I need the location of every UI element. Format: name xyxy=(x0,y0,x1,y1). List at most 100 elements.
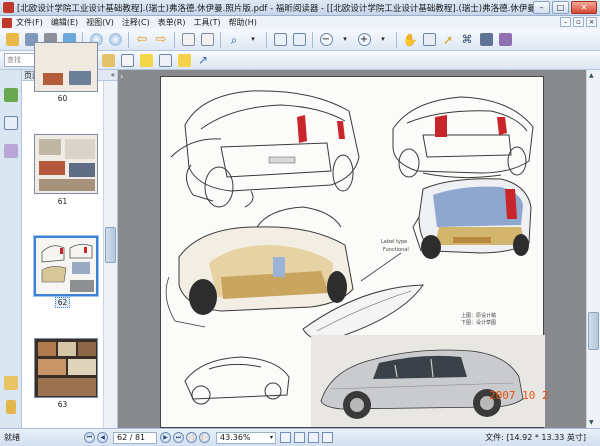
typewriter-icon xyxy=(158,53,172,67)
last-page-icon xyxy=(108,33,122,46)
attachment-icon xyxy=(101,53,115,67)
status-text: 就绪 xyxy=(4,433,20,442)
thumbnail-image xyxy=(35,135,97,193)
highlighter-icon xyxy=(139,53,153,67)
zoom-level-value: 43.36% xyxy=(220,433,251,442)
menu-tools[interactable]: 工具(T) xyxy=(194,17,221,28)
pointer-tool-button[interactable]: ➚ xyxy=(440,32,456,48)
thumbnails-panel: 页面 « 60 61 62 63 xyxy=(22,42,118,428)
first-page-nav-button[interactable]: ⏮ xyxy=(84,432,95,443)
paperclip-icon[interactable] xyxy=(6,400,16,414)
menu-comment[interactable]: 注释(C) xyxy=(122,17,150,28)
zoom-level-select[interactable]: 43.36% ▾ xyxy=(216,431,276,444)
forward-nav-button[interactable]: ▷ xyxy=(199,432,210,443)
attach-file-button[interactable] xyxy=(100,52,116,68)
toolbar-separator xyxy=(266,31,267,48)
page-number-input[interactable]: 62 / 81 xyxy=(113,431,157,444)
typewriter-button[interactable] xyxy=(157,52,173,68)
zoom-tool-button[interactable]: ⌕ xyxy=(226,32,242,48)
menu-form[interactable]: 表单(R) xyxy=(158,17,186,28)
actual-size-button[interactable] xyxy=(291,32,307,48)
caption-upper: 上图：原设计稿 xyxy=(461,312,496,319)
facing-view-button[interactable] xyxy=(308,432,319,443)
app-logo-icon xyxy=(3,2,14,13)
navigation-panel-strip xyxy=(0,70,22,428)
minimize-button[interactable]: – xyxy=(533,1,550,14)
thumbnail-label: 61 xyxy=(57,197,68,206)
document-view[interactable]: › Label type Functional 上图：原设计稿 下图：设计草图 … xyxy=(118,70,586,428)
search-placeholder: 查找 xyxy=(7,56,21,64)
document-scroll-thumb[interactable] xyxy=(588,312,599,350)
continuous-view-button[interactable] xyxy=(294,432,305,443)
doc-close-button[interactable]: × xyxy=(586,17,597,27)
binoculars-button[interactable]: ⌘ xyxy=(459,32,475,48)
annotation-button[interactable] xyxy=(119,52,135,68)
next-page-nav-button[interactable]: ▶ xyxy=(160,432,171,443)
thumbnail-label: 63 xyxy=(57,400,68,409)
thumbnail-image xyxy=(35,339,97,397)
thumbnail-page-63[interactable] xyxy=(34,338,98,398)
attachments-panel-icon[interactable] xyxy=(4,376,18,390)
sticky-note-icon xyxy=(177,53,191,67)
open-file-button[interactable] xyxy=(4,32,20,48)
thumbnail-image xyxy=(36,238,96,294)
thumbnail-label-selected: 62 xyxy=(22,297,103,308)
toolbar-separator xyxy=(220,31,221,48)
expand-panel-button[interactable]: › xyxy=(120,72,123,81)
media-icon xyxy=(498,33,512,46)
thumbnail-page-62[interactable] xyxy=(33,235,99,297)
snapshot-button[interactable] xyxy=(478,32,494,48)
bookmarks-panel-icon[interactable] xyxy=(4,116,18,130)
close-button[interactable]: ✕ xyxy=(571,1,597,14)
menu-view[interactable]: 视图(V) xyxy=(86,17,114,28)
doc-restore-button[interactable]: ▫ xyxy=(573,17,584,27)
page-size-readout: 文件: [14.92 * 13.33 英寸] xyxy=(485,433,586,442)
scroll-down-icon[interactable]: ▼ xyxy=(589,419,594,426)
doc-minimize-button[interactable]: – xyxy=(560,17,571,27)
select-text-button[interactable] xyxy=(421,32,437,48)
zoom-out-button[interactable]: − xyxy=(318,32,334,48)
single-page-view-button[interactable] xyxy=(280,432,291,443)
back-button[interactable]: ⇦ xyxy=(134,32,150,48)
thumbnail-page-61[interactable] xyxy=(34,134,98,194)
thumbnail-page-60[interactable] xyxy=(34,42,98,92)
menu-file[interactable]: 文件(F) xyxy=(16,17,43,28)
pages-panel-icon[interactable] xyxy=(4,88,18,102)
highlight-button[interactable] xyxy=(138,52,154,68)
document-window-controls: – ▫ × xyxy=(560,17,597,27)
menu-edit[interactable]: 编辑(E) xyxy=(51,17,78,28)
prev-page-nav-button[interactable]: ◀ xyxy=(97,432,108,443)
thumbnails-scrollbar[interactable] xyxy=(103,81,117,428)
continuous-facing-view-button[interactable] xyxy=(322,432,333,443)
note-button[interactable] xyxy=(176,52,192,68)
fit-page-button[interactable] xyxy=(180,32,196,48)
annotation-icon xyxy=(120,53,134,67)
thumbnails-scroll-thumb[interactable] xyxy=(105,227,116,263)
back-nav-button[interactable]: ◁ xyxy=(186,432,197,443)
select-text-icon xyxy=(422,33,436,46)
arrow-tool-button[interactable]: ↗ xyxy=(195,52,211,68)
forward-button[interactable]: ⇨ xyxy=(153,32,169,48)
zoom-out-dropdown[interactable]: ▾ xyxy=(337,32,353,48)
zoom-in-icon: + xyxy=(357,33,371,46)
last-page-button[interactable] xyxy=(107,32,123,48)
continuous-page-button[interactable] xyxy=(199,32,215,48)
zoom-dropdown-button[interactable]: ▾ xyxy=(245,32,261,48)
zoom-in-dropdown[interactable]: ▾ xyxy=(375,32,391,48)
media-button[interactable] xyxy=(497,32,513,48)
layers-panel-icon[interactable] xyxy=(4,144,18,158)
window-controls: – □ ✕ xyxy=(533,1,597,14)
zoom-out-icon: − xyxy=(319,33,333,46)
menu-help[interactable]: 帮助(H) xyxy=(229,17,257,28)
sketch-note-1: Label type xyxy=(381,239,407,245)
collapse-panel-button[interactable]: « xyxy=(111,71,117,79)
window-title: [北欧设计学院工业设计基础教程].(瑞士)弗洛德.休伊曼.照片版.pdf - 福… xyxy=(17,3,547,14)
last-page-nav-button[interactable]: ⏭ xyxy=(173,432,184,443)
sketch-note-2: Functional xyxy=(383,247,409,253)
maximize-button[interactable]: □ xyxy=(552,1,569,14)
fit-width-button[interactable] xyxy=(272,32,288,48)
zoom-in-button[interactable]: + xyxy=(356,32,372,48)
scroll-up-icon[interactable]: ▲ xyxy=(589,72,594,79)
hand-tool-button[interactable]: ✋ xyxy=(402,32,418,48)
document-scrollbar[interactable]: ▲ ▼ xyxy=(586,70,600,428)
